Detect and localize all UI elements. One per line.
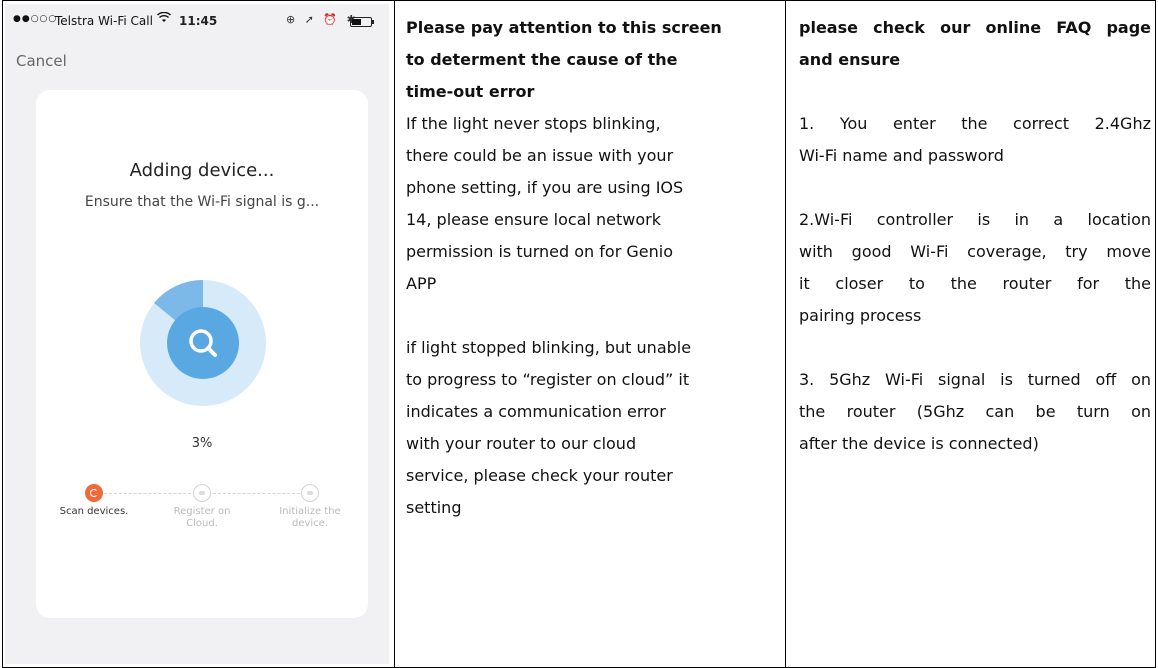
faq-item-line: 3. 5Ghz Wi-Fi signal is turned off on [799,370,1151,389]
faq-item-line: pairing process [799,306,922,325]
adding-device-card: Adding device... Ensure that the Wi-Fi s… [36,90,368,618]
faq-item-line: 1. You enter the correct 2.4Ghz [799,114,1151,133]
battery-icon [350,17,372,27]
faq-item-line: with good Wi-Fi coverage, try move [799,242,1151,261]
signal-strength-icon: ●●○○○ [13,14,58,24]
clock-time: 11:45 [179,14,218,28]
faq-item-line: the router (5Ghz can be turn on [799,402,1151,421]
step-initialize-device: Initialize the device. [270,484,350,530]
paragraph-line: APP [406,274,437,293]
battery-tip [372,20,374,24]
step-label: Register on Cloud. [173,506,231,529]
scanning-radar [140,280,266,406]
paragraph-line: there could be an issue with your [406,146,674,165]
heading-line: please check our online FAQ page [799,18,1151,37]
paragraph-line: service, please check your router [406,466,673,485]
step-scan-devices: Scan devices. [54,484,134,518]
gear-icon [301,484,319,502]
heading-line: and ensure [799,50,901,69]
step-register-cloud: Register on Cloud. [162,484,242,530]
paragraph-line: to progress to “register on cloud” it [406,370,690,389]
paragraph-line: with your router to our cloud [406,434,637,453]
refresh-icon [85,484,103,502]
radar-core [167,307,239,379]
step-label: Initialize the device. [279,506,341,529]
paragraph-line: phone setting, if you are using IOS [406,178,684,197]
wifi-icon [157,11,171,26]
right-column-text: please check our online FAQ page and ens… [799,12,1151,460]
faq-item-line: after the device is connected) [799,434,1039,453]
battery-level [352,19,361,25]
carrier-label: Telstra Wi-Fi Call [55,14,153,28]
card-title: Adding device... [129,160,275,181]
cancel-button[interactable]: Cancel [16,52,67,70]
paragraph-line: 14, please ensure local network [406,210,662,229]
paragraph-line: indicates a communication error [406,402,666,421]
step-label: Scan devices. [59,506,129,517]
card-subtitle: Ensure that the Wi-Fi signal is g... [84,194,320,210]
heading-line: Please pay attention to this screen [406,18,722,37]
paragraph-line: if light stopped blinking, but unable [406,338,692,357]
paragraph-line: permission is turned on for Genio [406,242,673,261]
faq-item-line: 2.Wi-Fi controller is in a location [799,210,1151,229]
cloud-icon [193,484,211,502]
status-icons: ⊕ ➚ ⏰ ✱ [286,13,359,26]
faq-item-line: it closer to the router for the [799,274,1151,293]
status-bar: ●●○○○ Telstra Wi-Fi Call 11:45 ⊕ ➚ ⏰ ✱ [5,4,389,40]
heading-line: to determent the cause of the [406,50,678,69]
faq-item-line: Wi-Fi name and password [799,146,1004,165]
middle-column-text: Please pay attention to this screen to d… [406,12,778,524]
paragraph-line: If the light never stops blinking, [406,114,661,133]
heading-line: time-out error [406,82,535,101]
paragraph-line: setting [406,498,462,517]
phone-screenshot: ●●○○○ Telstra Wi-Fi Call 11:45 ⊕ ➚ ⏰ ✱ C… [5,4,389,664]
progress-percent: 3% [191,436,213,451]
